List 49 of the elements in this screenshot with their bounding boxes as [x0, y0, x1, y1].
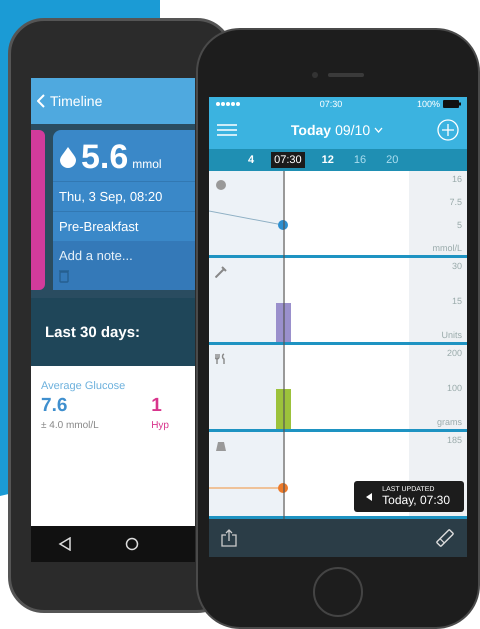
stat-value: 7.6: [41, 395, 68, 417]
glucose-value: 5.6: [81, 138, 128, 177]
cutlery-icon: [215, 353, 227, 365]
tooltip-time: Today, 07:30: [382, 493, 450, 507]
home-icon: [124, 537, 138, 551]
pencil-icon: [435, 528, 455, 548]
axis-label: Units: [441, 330, 462, 340]
time-tick[interactable]: 4: [245, 152, 258, 168]
chevron-icon: [374, 127, 384, 133]
stat-value: 1: [151, 395, 163, 417]
reading-card[interactable]: 5.6 mmol Thu, 3 Sep, 08:20 Pre-Breakfast Add a note...: [53, 130, 195, 290]
axis-label: grams: [436, 417, 462, 427]
back-icon: [37, 94, 45, 108]
axis-label: 100: [446, 382, 462, 392]
battery-icon: [443, 100, 461, 108]
axis-label: 200: [446, 348, 462, 358]
time-tick[interactable]: 12: [318, 152, 337, 168]
carbs-bar: [276, 389, 291, 429]
triangle-icon: [366, 492, 372, 500]
menu-icon: [217, 124, 237, 136]
battery-percent: 100%: [416, 99, 440, 109]
add-icon: [437, 119, 459, 141]
axis-label: 7.5: [449, 197, 462, 207]
header-title: Today: [290, 122, 332, 138]
axis-label: 185: [446, 435, 462, 445]
summary-heading: Last 30 days:: [45, 324, 140, 340]
previous-card[interactable]: [31, 130, 45, 290]
back-icon: [58, 537, 72, 551]
time-tick[interactable]: 07:30: [271, 152, 305, 168]
stat-label: Average Glucose: [41, 380, 126, 392]
header-title: Timeline: [50, 93, 102, 109]
home-button[interactable]: [313, 567, 363, 617]
glucose-unit: mmol: [132, 157, 162, 171]
share-icon: [221, 529, 237, 547]
status-time: 07:30: [320, 99, 342, 109]
stat-detail: ± 4.0 mmol/L: [41, 420, 100, 431]
axis-label: 5: [456, 220, 462, 230]
stat-detail: Hyp: [151, 420, 169, 431]
time-tick[interactable]: 16: [350, 152, 370, 168]
trash-icon: [59, 269, 69, 283]
axis-label: 15: [452, 296, 462, 306]
header-date[interactable]: 09/10: [335, 122, 370, 138]
reading-datetime: Thu, 3 Sep, 08:20: [53, 181, 195, 211]
axis-label: mmol/L: [432, 243, 462, 253]
axis-label: 16: [452, 174, 462, 184]
scale-icon: [215, 440, 227, 452]
insulin-dose-bar: [276, 303, 291, 342]
axis-label: 30: [452, 261, 462, 271]
time-tick[interactable]: 20: [383, 152, 402, 168]
